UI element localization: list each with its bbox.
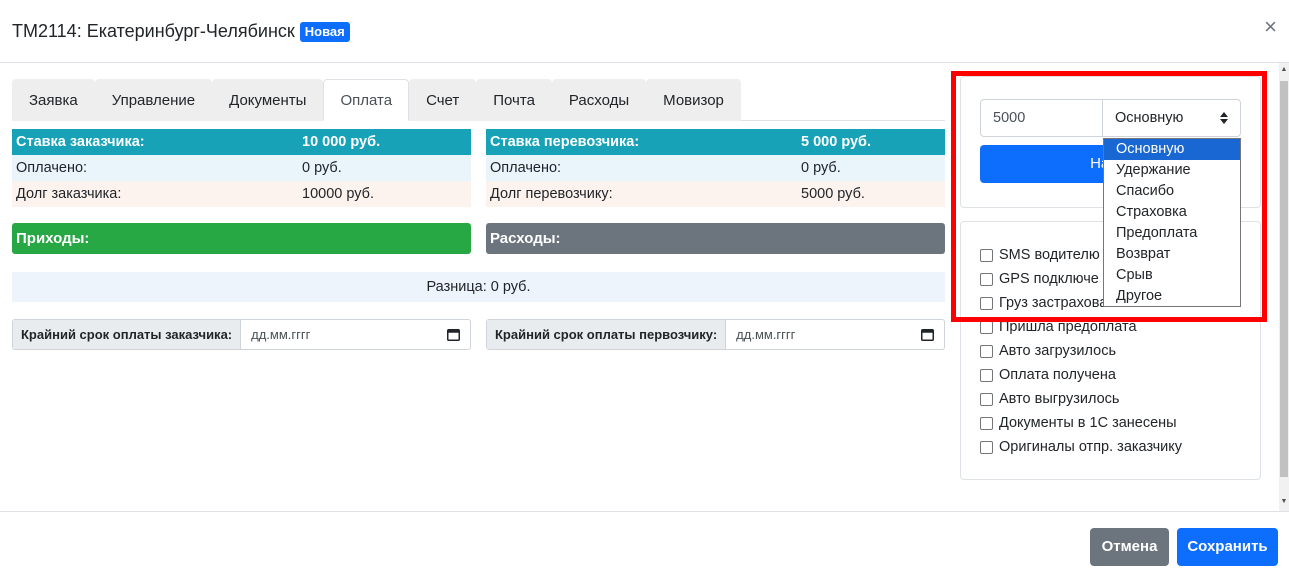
cancel-button[interactable]: Отмена <box>1090 528 1169 566</box>
customer-rate-row: Ставка заказчика: 10 000 руб. <box>12 129 471 155</box>
carrier-deadline-placeholder: дд.мм.гггг <box>736 327 796 342</box>
modal-header: ТМ2114: Екатеринбург-Челябинск Новая × <box>0 0 1289 63</box>
customer-paid-value: 0 руб. <box>302 160 342 176</box>
customer-debt-row: Долг заказчика: 10000 руб. <box>12 181 471 207</box>
customer-debt-value: 10000 руб. <box>302 186 374 202</box>
customer-deadline-placeholder: дд.мм.гггг <box>251 327 311 342</box>
tab-schet[interactable]: Счет <box>409 79 477 121</box>
carrier-paid-label: Оплачено: <box>490 160 562 176</box>
carrier-deadline-input[interactable]: дд.мм.гггг <box>726 320 944 349</box>
carrier-paid-row: Оплачено: 0 руб. <box>486 155 945 181</box>
checkbox[interactable] <box>980 368 993 382</box>
difference-text: Разница: 0 руб. <box>12 272 945 302</box>
check-label: Оплата получена <box>999 367 1116 383</box>
carrier-summary: Ставка перевозчика: 5 000 руб. Оплачено:… <box>486 129 945 207</box>
check-payment-received[interactable]: Оплата получена <box>980 365 1116 385</box>
tab-movizor[interactable]: Мовизор <box>646 79 741 121</box>
modal-scrollbar[interactable]: ▲ ▼ <box>1279 63 1289 511</box>
tab-pochta[interactable]: Почта <box>476 79 552 121</box>
expense-bar[interactable]: Расходы: <box>486 223 945 254</box>
close-icon[interactable]: × <box>1264 16 1277 38</box>
carrier-deadline-label: Крайний срок оплаты первозчику: <box>487 320 727 349</box>
customer-debt-label: Долг заказчика: <box>16 186 122 202</box>
modal-title: ТМ2114: Екатеринбург-Челябинск Новая <box>12 21 350 42</box>
tab-bar: Заявка Управление Документы Оплата Счет … <box>12 79 945 121</box>
carrier-debt-row: Долг перевозчику: 5000 руб. <box>486 181 945 207</box>
checkbox[interactable] <box>980 344 993 358</box>
customer-paid-label: Оплачено: <box>16 160 88 176</box>
save-button[interactable]: Сохранить <box>1177 528 1278 566</box>
modal-title-text: ТМ2114: Екатеринбург-Челябинск <box>12 21 295 41</box>
tab-zayavka[interactable]: Заявка <box>12 79 95 121</box>
checkbox[interactable] <box>980 320 993 334</box>
income-bar[interactable]: Приходы: <box>12 223 471 254</box>
customer-deadline-label: Крайний срок оплаты заказчика: <box>13 320 242 349</box>
scroll-down-icon[interactable]: ▼ <box>1279 497 1289 507</box>
carrier-paid-value: 0 руб. <box>801 160 841 176</box>
checkbox[interactable] <box>980 416 993 430</box>
tab-dokumenty[interactable]: Документы <box>212 79 324 121</box>
customer-deadline-input[interactable]: дд.мм.гггг <box>241 320 470 349</box>
check-vehicle-unloaded[interactable]: Авто выгрузилось <box>980 389 1119 409</box>
carrier-debt-value: 5000 руб. <box>801 186 865 202</box>
tab-upravlenie[interactable]: Управление <box>94 79 213 121</box>
checkbox[interactable] <box>980 392 993 406</box>
carrier-deadline-group: Крайний срок оплаты первозчику: дд.мм.гг… <box>486 319 945 350</box>
customer-rate-value: 10 000 руб. <box>302 134 381 150</box>
customer-summary: Ставка заказчика: 10 000 руб. Оплачено: … <box>12 129 471 207</box>
tab-raskhody[interactable]: Расходы <box>551 79 647 121</box>
scroll-up-icon[interactable]: ▲ <box>1279 65 1289 75</box>
carrier-rate-label: Ставка перевозчика: <box>490 134 640 150</box>
check-originals-sent[interactable]: Оригиналы отпр. заказчику <box>980 437 1182 457</box>
carrier-debt-label: Долг перевозчику: <box>490 186 613 202</box>
customer-paid-row: Оплачено: 0 руб. <box>12 155 471 181</box>
check-label: Оригиналы отпр. заказчику <box>999 439 1183 455</box>
check-label: Документы в 1С занесены <box>999 415 1177 431</box>
customer-rate-label: Ставка заказчика: <box>16 134 145 150</box>
check-docs-in-1c[interactable]: Документы в 1С занесены <box>980 413 1177 433</box>
carrier-rate-value: 5 000 руб. <box>801 134 872 150</box>
check-label: Авто выгрузилось <box>999 391 1120 407</box>
highlight-frame <box>951 71 1267 322</box>
check-label: Авто загрузилось <box>999 343 1117 359</box>
customer-deadline-group: Крайний срок оплаты заказчика: дд.мм.ггг… <box>12 319 471 350</box>
calendar-icon[interactable] <box>921 328 934 341</box>
scroll-thumb[interactable] <box>1280 81 1288 477</box>
carrier-rate-row: Ставка перевозчика: 5 000 руб. <box>486 129 945 155</box>
tab-oplata[interactable]: Оплата <box>323 79 410 121</box>
status-badge: Новая <box>299 21 350 42</box>
checkbox[interactable] <box>980 440 993 454</box>
check-vehicle-loaded[interactable]: Авто загрузилось <box>980 341 1116 361</box>
calendar-icon[interactable] <box>447 328 460 341</box>
